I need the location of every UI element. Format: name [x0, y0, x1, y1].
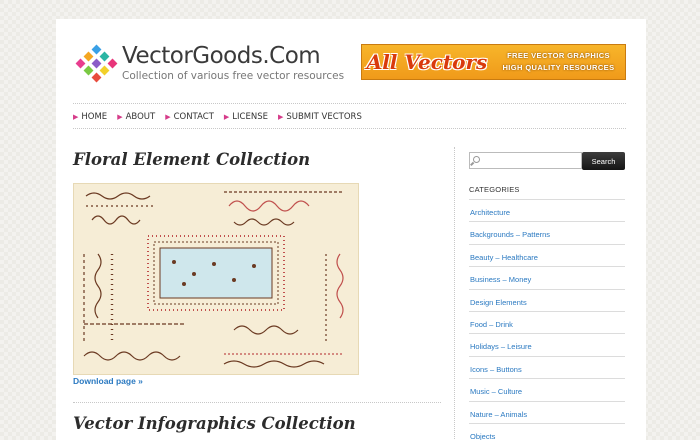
banner-ad[interactable]: All Vectors FREE VECTOR GRAPHICS HIGH QU… — [361, 44, 626, 80]
logo-icon[interactable] — [73, 44, 118, 84]
nav-item-home[interactable]: ▶ HOME — [73, 110, 107, 124]
category-link[interactable]: Beauty – Healthcare — [469, 243, 625, 266]
nav-item-label: CONTACT — [173, 112, 214, 122]
category-link[interactable]: Nature – Animals — [469, 400, 625, 423]
categories-list: Architecture Backgrounds – Patterns Beau… — [469, 199, 625, 440]
floral-elements-illustration — [83, 191, 344, 368]
category-link[interactable]: Business – Money — [469, 266, 625, 288]
page-container: VectorGoods.Com Collection of various fr… — [56, 19, 646, 440]
category-link[interactable]: Food – Drink — [469, 310, 625, 333]
nav-item-label: LICENSE — [232, 112, 268, 122]
nav-item-label: ABOUT — [125, 112, 156, 122]
nav-item-label: SUBMIT VECTORS — [286, 112, 362, 122]
banner-line-1: FREE VECTOR GRAPHICS — [507, 51, 610, 60]
sidebar-divider — [454, 147, 455, 440]
categories-heading: CATEGORIES — [469, 185, 520, 194]
category-link[interactable]: Icons – Buttons — [469, 355, 625, 378]
banner-line-2: HIGH QUALITY RESOURCES — [502, 63, 615, 72]
nav-top-divider — [73, 103, 626, 104]
download-page-link[interactable]: Download page » — [73, 376, 143, 386]
post-thumbnail-image[interactable] — [73, 183, 359, 375]
site-tagline: Collection of various free vector resour… — [122, 70, 345, 82]
banner-title: All Vectors — [366, 50, 488, 74]
search-icon — [473, 156, 480, 163]
category-link[interactable]: Holidays – Leisure — [469, 333, 625, 355]
post-title[interactable]: Vector Infographics Collection — [73, 414, 356, 433]
post-title[interactable]: Floral Element Collection — [73, 150, 310, 169]
nav-bullet-icon: ▶ — [223, 113, 230, 121]
post-divider — [73, 402, 441, 403]
nav-item-license[interactable]: ▶ LICENSE — [224, 110, 268, 124]
search-button[interactable]: Search — [582, 152, 625, 170]
site-title[interactable]: VectorGoods.Com — [122, 43, 321, 69]
nav-bottom-divider — [73, 128, 626, 129]
nav-item-about[interactable]: ▶ ABOUT — [117, 110, 155, 124]
category-link[interactable]: Music – Culture — [469, 378, 625, 400]
main-nav: ▶ HOME ▶ ABOUT ▶ CONTACT ▶ LICENSE ▶ SUBMIT V… — [73, 110, 362, 124]
search-field[interactable] — [469, 152, 582, 169]
nav-bullet-icon: ▶ — [73, 113, 79, 121]
nav-item-submit-vectors[interactable]: ▶ SUBMIT VECTORS — [278, 110, 362, 124]
category-link[interactable]: Objects — [469, 422, 625, 440]
search-input[interactable] — [484, 154, 579, 167]
nav-item-label: HOME — [81, 112, 108, 122]
nav-bullet-icon: ▶ — [117, 113, 123, 121]
nav-bullet-icon: ▶ — [165, 113, 171, 121]
nav-bullet-icon: ▶ — [277, 113, 284, 121]
nav-item-contact[interactable]: ▶ CONTACT — [165, 110, 214, 124]
category-link[interactable]: Architecture — [469, 199, 625, 221]
category-link[interactable]: Backgrounds – Patterns — [469, 221, 625, 243]
banner-text: FREE VECTOR GRAPHICS HIGH QUALITY RESOUR… — [492, 50, 625, 74]
category-link[interactable]: Design Elements — [469, 288, 625, 311]
